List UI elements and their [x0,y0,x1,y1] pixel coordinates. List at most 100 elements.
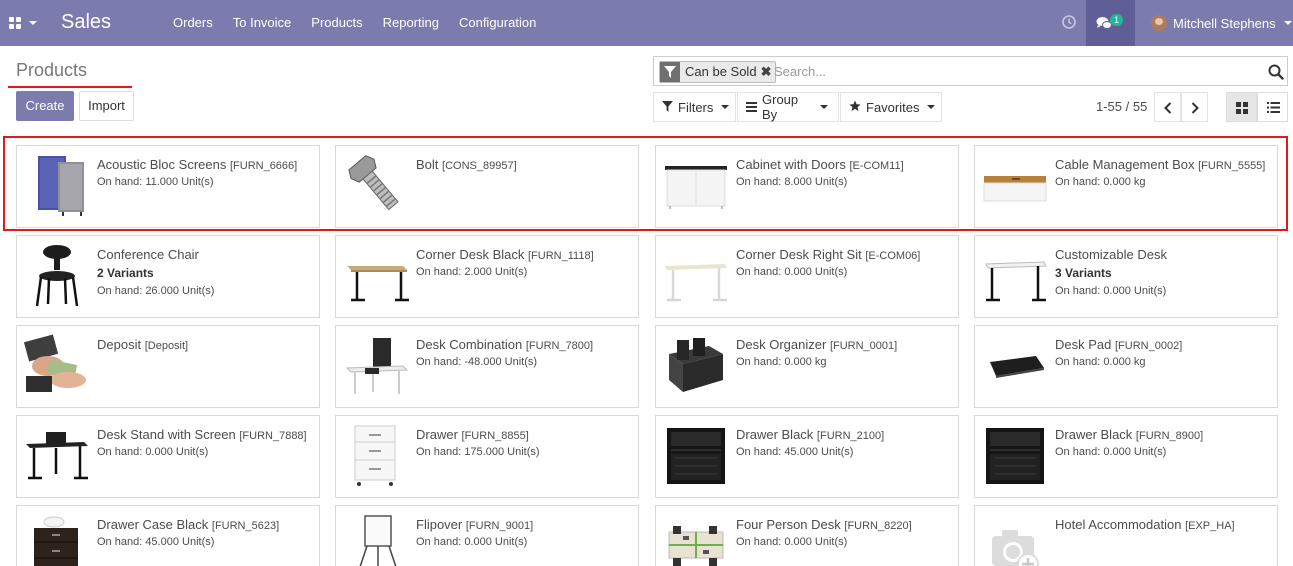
product-name: Customizable Desk [1055,247,1167,262]
product-name-text: Drawer [416,427,458,442]
main-menu: Orders To Invoice Products Reporting Con… [163,0,546,46]
title-highlight-underline [8,86,132,88]
desk-combo-image [343,332,409,398]
menu-item-configuration[interactable]: Configuration [449,0,546,46]
kanban-view-button[interactable] [1226,92,1257,122]
pager-next-button[interactable] [1181,92,1208,122]
product-on-hand: On hand: 0.000 Unit(s) [736,536,848,548]
custom-desk-image [982,242,1048,308]
product-code: [EXP_HA] [1185,520,1235,532]
menu-item-orders[interactable]: Orders [163,0,223,46]
product-name: Drawer Black [FURN_8900] [1055,427,1203,442]
product-card[interactable]: Customizable Desk 3 Variants On hand: 0.00… [974,235,1278,318]
product-card[interactable]: Cable Management Box [FURN_5555] On hand:… [974,145,1278,228]
product-card[interactable]: Four Person Desk [FURN_8220] On hand: 0.0… [655,505,959,566]
product-card[interactable]: Desk Organizer [FURN_0001] On hand: 0.000… [655,325,959,408]
filter-icon [662,100,673,115]
product-card[interactable]: Deposit [Deposit] [16,325,320,408]
product-name-text: Deposit [97,337,142,352]
product-card[interactable]: Desk Combination [FURN_7800] On hand: -48… [335,325,639,408]
product-card[interactable]: Cabinet with Doors [E-COM11] On hand: 8.0… [655,145,959,228]
favorites-dropdown[interactable]: Favorites [840,92,942,122]
product-on-hand: On hand: 0.000 Unit(s) [416,536,528,548]
product-card[interactable]: Corner Desk Right Sit [E-COM06] On hand: … [655,235,959,318]
messaging-button[interactable]: 1 [1086,0,1135,46]
cable-box-image [982,152,1048,218]
product-name: Bolt [CONS_89957] [416,157,517,172]
product-code: [FURN_0001] [829,340,898,352]
product-on-hand: On hand: 0.000 kg [1055,356,1146,368]
deposit-image [23,332,90,398]
product-name-text: Customizable Desk [1055,247,1167,262]
product-card[interactable]: Hotel Accommodation [EXP_HA] [974,505,1278,566]
filter-icon [660,62,680,82]
product-name-text: Flipover [416,517,463,532]
top-navbar: Sales Orders To Invoice Products Reporti… [0,0,1293,46]
product-name: Conference Chair [97,247,199,262]
product-name: Cable Management Box [FURN_5555] [1055,157,1265,172]
search-icon[interactable] [1268,64,1284,80]
product-variants: 2 Variants [97,266,154,280]
star-icon [849,100,861,115]
menu-item-to-invoice[interactable]: To Invoice [223,0,302,46]
activity-clock-icon[interactable] [1061,14,1077,30]
pager-previous-button[interactable] [1154,92,1181,122]
pager-value[interactable]: 1-55 / 55 [1096,99,1147,114]
product-name: Desk Organizer [FURN_0001] [736,337,897,352]
product-card[interactable]: Drawer Black [FURN_2100] On hand: 45.000 … [655,415,959,498]
desk-pad-image [982,332,1048,398]
product-on-hand: On hand: 0.000 kg [1055,176,1146,188]
product-card[interactable]: Conference Chair 2 Variants On hand: 26.00… [16,235,320,318]
search-facet: Can be Sold ✖ [659,61,776,83]
search-input[interactable] [774,60,1254,82]
bolt-image [343,152,409,218]
product-name-text: Drawer Black [736,427,814,442]
remove-facet-icon[interactable]: ✖ [761,62,775,82]
product-on-hand: On hand: 45.000 Unit(s) [97,536,215,548]
product-on-hand: On hand: 175.000 Unit(s) [416,446,540,458]
chair-image [24,242,90,308]
user-menu[interactable]: Mitchell Stephens [1151,0,1292,46]
product-card[interactable]: Flipover [FURN_9001] On hand: 0.000 Unit(… [335,505,639,566]
product-code: [FURN_2100] [816,430,885,442]
group-by-label: Group By [762,92,799,122]
four-desk-image [663,512,729,566]
import-button[interactable]: Import [79,91,134,121]
filters-dropdown[interactable]: Filters [653,92,736,122]
drawer-black-image [982,422,1048,488]
product-card[interactable]: Drawer Black [FURN_8900] On hand: 0.000 U… [974,415,1278,498]
product-code: [FURN_7888] [239,430,307,442]
product-card[interactable]: Drawer [FURN_8855] On hand: 175.000 Unit(… [335,415,639,498]
product-code: [Deposit] [144,340,189,352]
placeholder-camera-image [982,512,1048,566]
menu-item-reporting[interactable]: Reporting [373,0,449,46]
cabinet-image [663,152,729,218]
caret-down-icon [29,21,37,25]
product-card[interactable]: Desk Pad [FURN_0002] On hand: 0.000 kg [974,325,1278,408]
product-code: [FURN_1118] [528,250,594,262]
caret-down-icon [721,105,730,109]
product-name-text: Bolt [416,157,439,172]
product-name-text: Corner Desk Right Sit [736,247,862,262]
product-card[interactable]: Corner Desk Black [FURN_1118] On hand: 2.… [335,235,639,318]
group-by-dropdown[interactable]: Group By [737,92,839,122]
product-name-text: Cable Management Box [1055,157,1195,172]
product-name: Desk Combination [FURN_7800] [416,337,593,352]
apps-menu-button[interactable] [9,15,39,31]
filters-label: Filters [678,99,714,115]
list-view-button[interactable] [1257,92,1288,122]
product-name: Hotel Accommodation [EXP_HA] [1055,517,1235,532]
product-card[interactable]: Bolt [CONS_89957] [335,145,639,228]
product-name: Corner Desk Right Sit [E-COM06] [736,247,920,262]
product-code: [FURN_6666] [229,160,298,172]
product-on-hand: On hand: 0.000 kg [736,356,827,368]
product-card[interactable]: Drawer Case Black [FURN_5623] On hand: 45… [16,505,320,566]
create-button[interactable]: Create [16,91,74,121]
product-name-text: Conference Chair [97,247,199,262]
organizer-image [663,332,729,398]
drawer-black-image [663,422,729,488]
product-card[interactable]: Desk Stand with Screen [FURN_7888] On han… [16,415,320,498]
menu-item-products[interactable]: Products [301,0,372,46]
product-card[interactable]: Acoustic Bloc Screens [FURN_6666] On hand… [16,145,320,228]
product-name: Desk Pad [FURN_0002] [1055,337,1182,352]
